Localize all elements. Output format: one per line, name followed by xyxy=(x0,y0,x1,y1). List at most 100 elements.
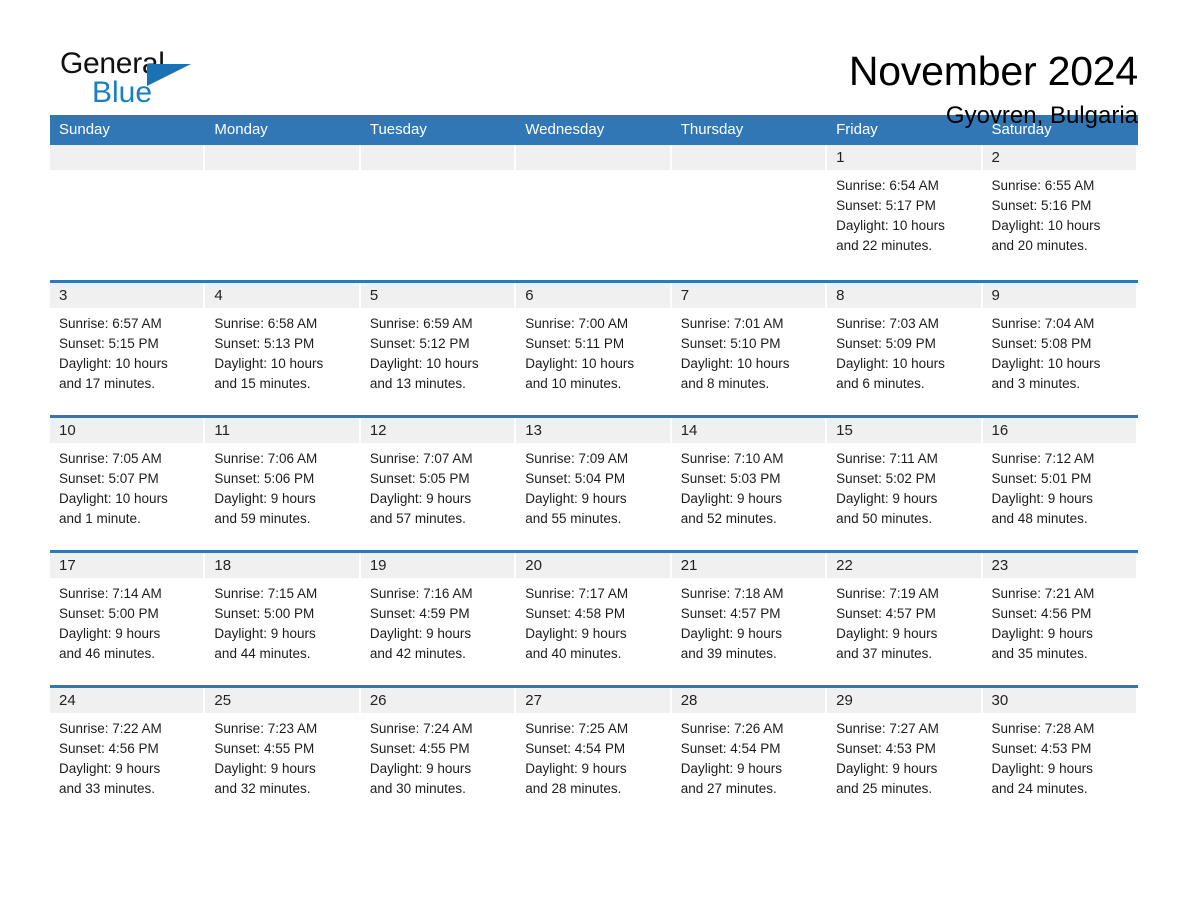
day-number: 27 xyxy=(525,691,542,709)
calendar-week-row: 24 Sunrise: 7:22 AM Sunset: 4:56 PM Dayligh… xyxy=(50,685,1138,820)
daylight-text-cont: and 32 minutes. xyxy=(214,781,311,796)
day-cell-25[interactable]: 25 Sunrise: 7:23 AM Sunset: 4:55 PM Dayligh… xyxy=(205,688,360,820)
day-cell-12[interactable]: 12 Sunrise: 7:07 AM Sunset: 5:05 PM Dayligh… xyxy=(360,418,516,550)
day-cell-23[interactable]: 23 Sunrise: 7:21 AM Sunset: 4:56 PM Dayligh… xyxy=(982,553,1138,685)
sunset-text: Sunset: 4:55 PM xyxy=(369,741,470,756)
day-cell-11[interactable]: 11 Sunrise: 7:06 AM Sunset: 5:06 PM Dayligh… xyxy=(205,418,360,550)
daylight-text-cont: and 15 minutes. xyxy=(214,376,311,391)
day-cell-15[interactable]: 15 Sunrise: 7:11 AM Sunset: 5:02 PM Dayligh… xyxy=(827,418,982,550)
day-cell-14[interactable]: 14 Sunrise: 7:10 AM Sunset: 5:03 PM Dayligh… xyxy=(671,418,827,550)
day-cell-1[interactable]: 1 Sunrise: 6:54 AM Sunset: 5:17 PM Daylight… xyxy=(827,145,982,280)
day-number: 23 xyxy=(991,556,1009,574)
sunset-text: Sunset: 5:17 PM xyxy=(836,198,936,213)
sunrise-text: Sunrise: 7:03 AM xyxy=(836,316,939,331)
sun-details: Sunrise: 7:18 AM Sunset: 4:57 PM Daylight:… xyxy=(672,578,827,664)
title-block: November 2024 Gyovren, Bulgaria xyxy=(210,48,1138,132)
daylight-text-cont: and 46 minutes. xyxy=(59,646,156,661)
day-number-band: 22 xyxy=(827,553,981,578)
sunset-text: Sunset: 4:57 PM xyxy=(680,606,781,621)
day-cell-4[interactable]: 4 Sunrise: 6:58 AM Sunset: 5:13 PM Daylight… xyxy=(205,283,360,415)
day-cell-10[interactable]: 10 Sunrise: 7:05 AM Sunset: 5:07 PM Dayligh… xyxy=(50,418,205,550)
sunset-text: Sunset: 4:53 PM xyxy=(991,741,1092,756)
weekday-header-saturday: Saturday xyxy=(991,121,1052,138)
day-number: 14 xyxy=(680,421,698,439)
day-cell-28[interactable]: 28 Sunrise: 7:26 AM Sunset: 4:54 PM Dayligh… xyxy=(671,688,827,820)
day-cell-24[interactable]: 24 Sunrise: 7:22 AM Sunset: 4:56 PM Dayligh… xyxy=(50,688,205,820)
daylight-text-cont: and 30 minutes. xyxy=(369,781,466,796)
sunset-text: Sunset: 5:05 PM xyxy=(369,471,470,486)
day-cell-29[interactable]: 29 Sunrise: 7:27 AM Sunset: 4:53 PM Dayligh… xyxy=(827,688,982,820)
calendar-week-row: 1 Sunrise: 6:54 AM Sunset: 5:17 PM Daylight… xyxy=(50,145,1138,280)
weekday-header-sunday: Sunday xyxy=(59,121,110,138)
daylight-text: Daylight: 9 hours xyxy=(59,626,161,641)
day-number-band: 16 xyxy=(982,418,1136,443)
day-cell-30[interactable]: 30 Sunrise: 7:28 AM Sunset: 4:53 PM Dayligh… xyxy=(982,688,1138,820)
sunset-text: Sunset: 5:00 PM xyxy=(214,606,315,621)
sunrise-text: Sunrise: 7:10 AM xyxy=(680,451,784,466)
sunrise-text: Sunrise: 7:16 AM xyxy=(369,586,473,601)
day-number-band xyxy=(516,145,670,170)
day-cell-19[interactable]: 19 Sunrise: 7:16 AM Sunset: 4:59 PM Dayligh… xyxy=(360,553,516,685)
daylight-text-cont: and 40 minutes. xyxy=(525,646,622,661)
day-cell-6[interactable]: 6 Sunrise: 7:00 AM Sunset: 5:11 PM Daylight… xyxy=(516,283,671,415)
day-cell-13[interactable]: 13 Sunrise: 7:09 AM Sunset: 5:04 PM Dayligh… xyxy=(516,418,671,550)
day-number: 7 xyxy=(680,286,690,304)
sunrise-text: Sunrise: 7:01 AM xyxy=(680,316,784,331)
daylight-text-cont: and 17 minutes. xyxy=(59,376,156,391)
day-cell-20[interactable]: 20 Sunrise: 7:17 AM Sunset: 4:58 PM Dayligh… xyxy=(516,553,671,685)
daylight-text: Daylight: 10 hours xyxy=(525,356,635,371)
sun-details: Sunrise: 7:16 AM Sunset: 4:59 PM Daylight:… xyxy=(361,578,516,664)
day-number-band: 26 xyxy=(360,688,515,713)
day-number: 11 xyxy=(214,421,230,439)
day-cell-2[interactable]: 2 Sunrise: 6:55 AM Sunset: 5:16 PM Daylight… xyxy=(982,145,1138,280)
day-number: 30 xyxy=(991,691,1009,709)
day-number: 26 xyxy=(369,691,387,709)
daylight-text-cont: and 8 minutes. xyxy=(680,376,770,391)
day-cell-26[interactable]: 26 Sunrise: 7:24 AM Sunset: 4:55 PM Dayligh… xyxy=(360,688,516,820)
sunset-text: Sunset: 5:07 PM xyxy=(59,471,159,486)
sun-details: Sunrise: 7:24 AM Sunset: 4:55 PM Daylight:… xyxy=(361,713,516,799)
daylight-text-cont: and 39 minutes. xyxy=(680,646,777,661)
daylight-text-cont: and 28 minutes. xyxy=(525,781,622,796)
day-number: 19 xyxy=(369,556,387,574)
sun-details: Sunrise: 7:03 AM Sunset: 5:09 PM Daylight:… xyxy=(827,308,982,394)
day-cell-9[interactable]: 9 Sunrise: 7:04 AM Sunset: 5:08 PM Daylight… xyxy=(982,283,1138,415)
day-cell-18[interactable]: 18 Sunrise: 7:15 AM Sunset: 5:00 PM Dayligh… xyxy=(205,553,360,685)
daylight-text: Daylight: 9 hours xyxy=(680,626,782,641)
sunset-text: Sunset: 4:56 PM xyxy=(991,606,1092,621)
daylight-text-cont: and 57 minutes. xyxy=(369,511,466,526)
day-cell-22[interactable]: 22 Sunrise: 7:19 AM Sunset: 4:57 PM Dayligh… xyxy=(827,553,982,685)
weekday-header-monday: Monday xyxy=(214,121,268,138)
day-cell-16[interactable]: 16 Sunrise: 7:12 AM Sunset: 5:01 PM Dayligh… xyxy=(982,418,1138,550)
daylight-text: Daylight: 9 hours xyxy=(836,626,938,641)
sun-details: Sunrise: 6:59 AM Sunset: 5:12 PM Daylight:… xyxy=(361,308,516,394)
calendar-weeks: 1 Sunrise: 6:54 AM Sunset: 5:17 PM Daylight… xyxy=(50,145,1138,820)
daylight-text: Daylight: 9 hours xyxy=(991,626,1093,641)
daylight-text-cont: and 13 minutes. xyxy=(369,376,466,391)
day-cell-3[interactable]: 3 Sunrise: 6:57 AM Sunset: 5:15 PM Daylight… xyxy=(50,283,205,415)
day-cell-17[interactable]: 17 Sunrise: 7:14 AM Sunset: 5:00 PM Dayligh… xyxy=(50,553,205,685)
day-cell-8[interactable]: 8 Sunrise: 7:03 AM Sunset: 5:09 PM Daylight… xyxy=(827,283,982,415)
sunset-text: Sunset: 4:53 PM xyxy=(836,741,936,756)
daylight-text-cont: and 37 minutes. xyxy=(836,646,933,661)
sun-details: Sunrise: 7:04 AM Sunset: 5:08 PM Daylight:… xyxy=(983,308,1138,394)
day-cell-5[interactable]: 5 Sunrise: 6:59 AM Sunset: 5:12 PM Daylight… xyxy=(360,283,516,415)
daylight-text: Daylight: 9 hours xyxy=(214,491,316,506)
day-cell-21[interactable]: 21 Sunrise: 7:18 AM Sunset: 4:57 PM Dayligh… xyxy=(671,553,827,685)
calendar-grid: Sunday Monday Tuesday Wednesday Thursday Frid… xyxy=(50,115,1138,820)
day-number: 5 xyxy=(369,286,379,304)
sunrise-text: Sunrise: 7:27 AM xyxy=(836,721,939,736)
daylight-text: Daylight: 9 hours xyxy=(991,761,1093,776)
day-number-band: 15 xyxy=(827,418,981,443)
day-cell-7[interactable]: 7 Sunrise: 7:01 AM Sunset: 5:10 PM Daylight… xyxy=(671,283,827,415)
day-number-band xyxy=(360,145,515,170)
daylight-text: Daylight: 9 hours xyxy=(525,626,627,641)
sunrise-text: Sunrise: 7:00 AM xyxy=(525,316,629,331)
daylight-text: Daylight: 10 hours xyxy=(369,356,479,371)
day-number: 2 xyxy=(991,148,1000,166)
day-number-band xyxy=(50,145,204,170)
daylight-text: Daylight: 10 hours xyxy=(59,491,168,506)
sunset-text: Sunset: 5:15 PM xyxy=(59,336,159,351)
day-cell-27[interactable]: 27 Sunrise: 7:25 AM Sunset: 4:54 PM Dayligh… xyxy=(516,688,671,820)
daylight-text: Daylight: 9 hours xyxy=(991,491,1093,506)
